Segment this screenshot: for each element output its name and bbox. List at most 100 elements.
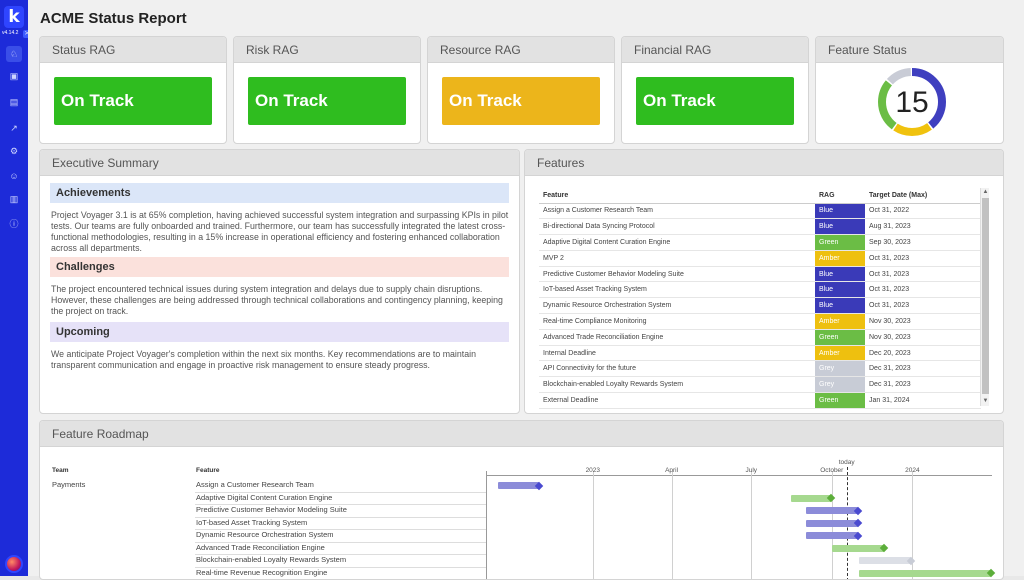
sidebar: k v4.14.2 > ♘ ▣ ▤ ↗ ⚙ ☺ ▥ ⓘ: [0, 0, 28, 576]
building-icon[interactable]: ▥: [6, 191, 22, 207]
feature-status-donut: 15: [816, 63, 1004, 144]
info-icon[interactable]: ⓘ: [6, 216, 22, 232]
table-row[interactable]: Blockchain-enabled Loyalty Rewards Syste…: [539, 377, 981, 393]
rag-cell: Blue: [815, 219, 865, 235]
roadmap-gridline: [672, 471, 673, 580]
feature-name: Blockchain-enabled Loyalty Rewards Syste…: [539, 377, 815, 393]
table-row[interactable]: Advanced Trade Reconciliation EngineGree…: [539, 329, 981, 345]
achievements-text: Project Voyager 3.1 is at 65% completion…: [51, 210, 509, 254]
table-row[interactable]: MVP 2AmberOct 31, 2023: [539, 250, 981, 266]
target-date: Dec 20, 2023: [865, 345, 981, 361]
rag-cell: Blue: [815, 203, 865, 219]
column-header-target-date[interactable]: Target Date (Max): [865, 188, 981, 203]
roadmap-gridline: [751, 471, 752, 580]
scroll-down-icon[interactable]: ▼: [981, 397, 990, 406]
features-scrollbar[interactable]: ▲ ▼: [980, 188, 989, 406]
dashboard-icon[interactable]: ♘: [6, 46, 22, 62]
table-row[interactable]: Real-time Compliance MonitoringAmberNov …: [539, 314, 981, 330]
roadmap-axis-label: 2023: [581, 467, 605, 474]
feature-name: Internal Deadline: [539, 345, 815, 361]
roadmap-feature-name: Assign a Customer Research Team: [196, 479, 314, 492]
feature-name: External Deadline: [539, 393, 815, 409]
roadmap-bar[interactable]: [832, 545, 885, 552]
target-date: Oct 31, 2023: [865, 250, 981, 266]
roadmap-bar[interactable]: [806, 507, 859, 514]
table-row[interactable]: Adaptive Digital Content Curation Engine…: [539, 235, 981, 251]
roadmap-bar[interactable]: [806, 532, 859, 539]
resource-rag-value: On Track: [442, 77, 600, 125]
card-title: Features: [525, 150, 1003, 176]
roadmap-gridline: [593, 471, 594, 580]
rag-cell: Amber: [815, 345, 865, 361]
app-logo[interactable]: k: [4, 6, 24, 28]
roadmap-feature-name: Dynamic Resource Orchestration System: [196, 529, 334, 542]
target-date: Jan 31, 2024: [865, 393, 981, 409]
table-row[interactable]: IoT-based Asset Tracking SystemBlueOct 3…: [539, 282, 981, 298]
table-row[interactable]: Predictive Customer Behavior Modeling Su…: [539, 266, 981, 282]
target-date: Nov 30, 2023: [865, 329, 981, 345]
card-title: Feature Status: [816, 37, 1003, 63]
roadmap-bar[interactable]: [791, 495, 831, 502]
target-date: Oct 31, 2023: [865, 298, 981, 314]
roadmap-feature-name: Predictive Customer Behavior Modeling Su…: [196, 504, 347, 517]
table-row[interactable]: API Connectivity for the futureGreyDec 3…: [539, 361, 981, 377]
column-header-feature[interactable]: Feature: [539, 188, 815, 203]
table-row[interactable]: Dynamic Resource Orchestration SystemBlu…: [539, 298, 981, 314]
table-row[interactable]: Internal DeadlineAmberDec 20, 2023: [539, 345, 981, 361]
card-title: Status RAG: [40, 37, 226, 63]
card-title: Executive Summary: [40, 150, 519, 176]
column-header-rag[interactable]: RAG: [815, 188, 865, 203]
feature-count: 15: [895, 86, 928, 119]
target-date: Nov 30, 2023: [865, 314, 981, 330]
calendar-icon[interactable]: ▤: [6, 94, 22, 110]
scroll-up-icon[interactable]: ▲: [981, 188, 990, 197]
achievements-heading: Achievements: [50, 183, 509, 203]
card-title: Resource RAG: [428, 37, 614, 63]
status-rag-card: Status RAG On Track: [39, 36, 227, 144]
financial-rag-value: On Track: [636, 77, 794, 125]
today-label: today: [837, 459, 857, 466]
roadmap-team-payments: Payments: [52, 479, 85, 492]
roadmap-bar[interactable]: [806, 520, 859, 527]
portfolio-icon[interactable]: ▣: [6, 68, 22, 84]
roadmap-axis-label: 2024: [900, 467, 924, 474]
roadmap-axis-start: [486, 471, 487, 580]
feature-name: Advanced Trade Reconciliation Engine: [539, 329, 815, 345]
team-icon[interactable]: ☺: [6, 168, 22, 184]
feature-name: Dynamic Resource Orchestration System: [539, 298, 815, 314]
features-card: Features Feature RAG Target Date (Max) A…: [524, 149, 1004, 414]
target-date: Dec 31, 2023: [865, 361, 981, 377]
roadmap-bar[interactable]: [498, 482, 538, 489]
feature-name: Predictive Customer Behavior Modeling Su…: [539, 266, 815, 282]
table-row[interactable]: External DeadlineGreenJan 31, 2024: [539, 393, 981, 409]
roadmap-bar[interactable]: [859, 570, 991, 577]
roadmap-bar[interactable]: [859, 557, 912, 564]
target-date: Oct 31, 2023: [865, 266, 981, 282]
chart-icon[interactable]: ↗: [6, 120, 22, 136]
feature-name: Assign a Customer Research Team: [539, 203, 815, 219]
roadmap-axis-label: October: [820, 467, 844, 474]
challenges-text: The project encountered technical issues…: [51, 284, 509, 317]
challenges-heading: Challenges: [50, 257, 509, 277]
roadmap-chart: Team Feature Payments 2023AprilJulyOctob…: [40, 447, 1004, 580]
card-title: Risk RAG: [234, 37, 420, 63]
table-row[interactable]: Assign a Customer Research TeamBlueOct 3…: [539, 203, 981, 219]
target-date: Dec 31, 2023: [865, 377, 981, 393]
avatar[interactable]: [5, 555, 23, 573]
milestone-diamond-icon: [907, 556, 915, 564]
feature-name: Real-time Compliance Monitoring: [539, 314, 815, 330]
feature-name: API Connectivity for the future: [539, 361, 815, 377]
rag-cell: Grey: [815, 377, 865, 393]
settings-icon[interactable]: ⚙: [6, 143, 22, 159]
upcoming-heading: Upcoming: [50, 322, 509, 342]
table-row[interactable]: Bi-directional Data Syncing ProtocolBlue…: [539, 219, 981, 235]
feature-roadmap-card: Feature Roadmap Team Feature Payments 20…: [39, 420, 1004, 580]
features-table: Feature RAG Target Date (Max) Assign a C…: [539, 188, 981, 409]
rag-cell: Green: [815, 329, 865, 345]
rag-cell: Blue: [815, 298, 865, 314]
feature-name: MVP 2: [539, 250, 815, 266]
rag-cell: Grey: [815, 361, 865, 377]
target-date: Oct 31, 2023: [865, 282, 981, 298]
resource-rag-card: Resource RAG On Track: [427, 36, 615, 144]
scroll-thumb[interactable]: [982, 198, 989, 394]
